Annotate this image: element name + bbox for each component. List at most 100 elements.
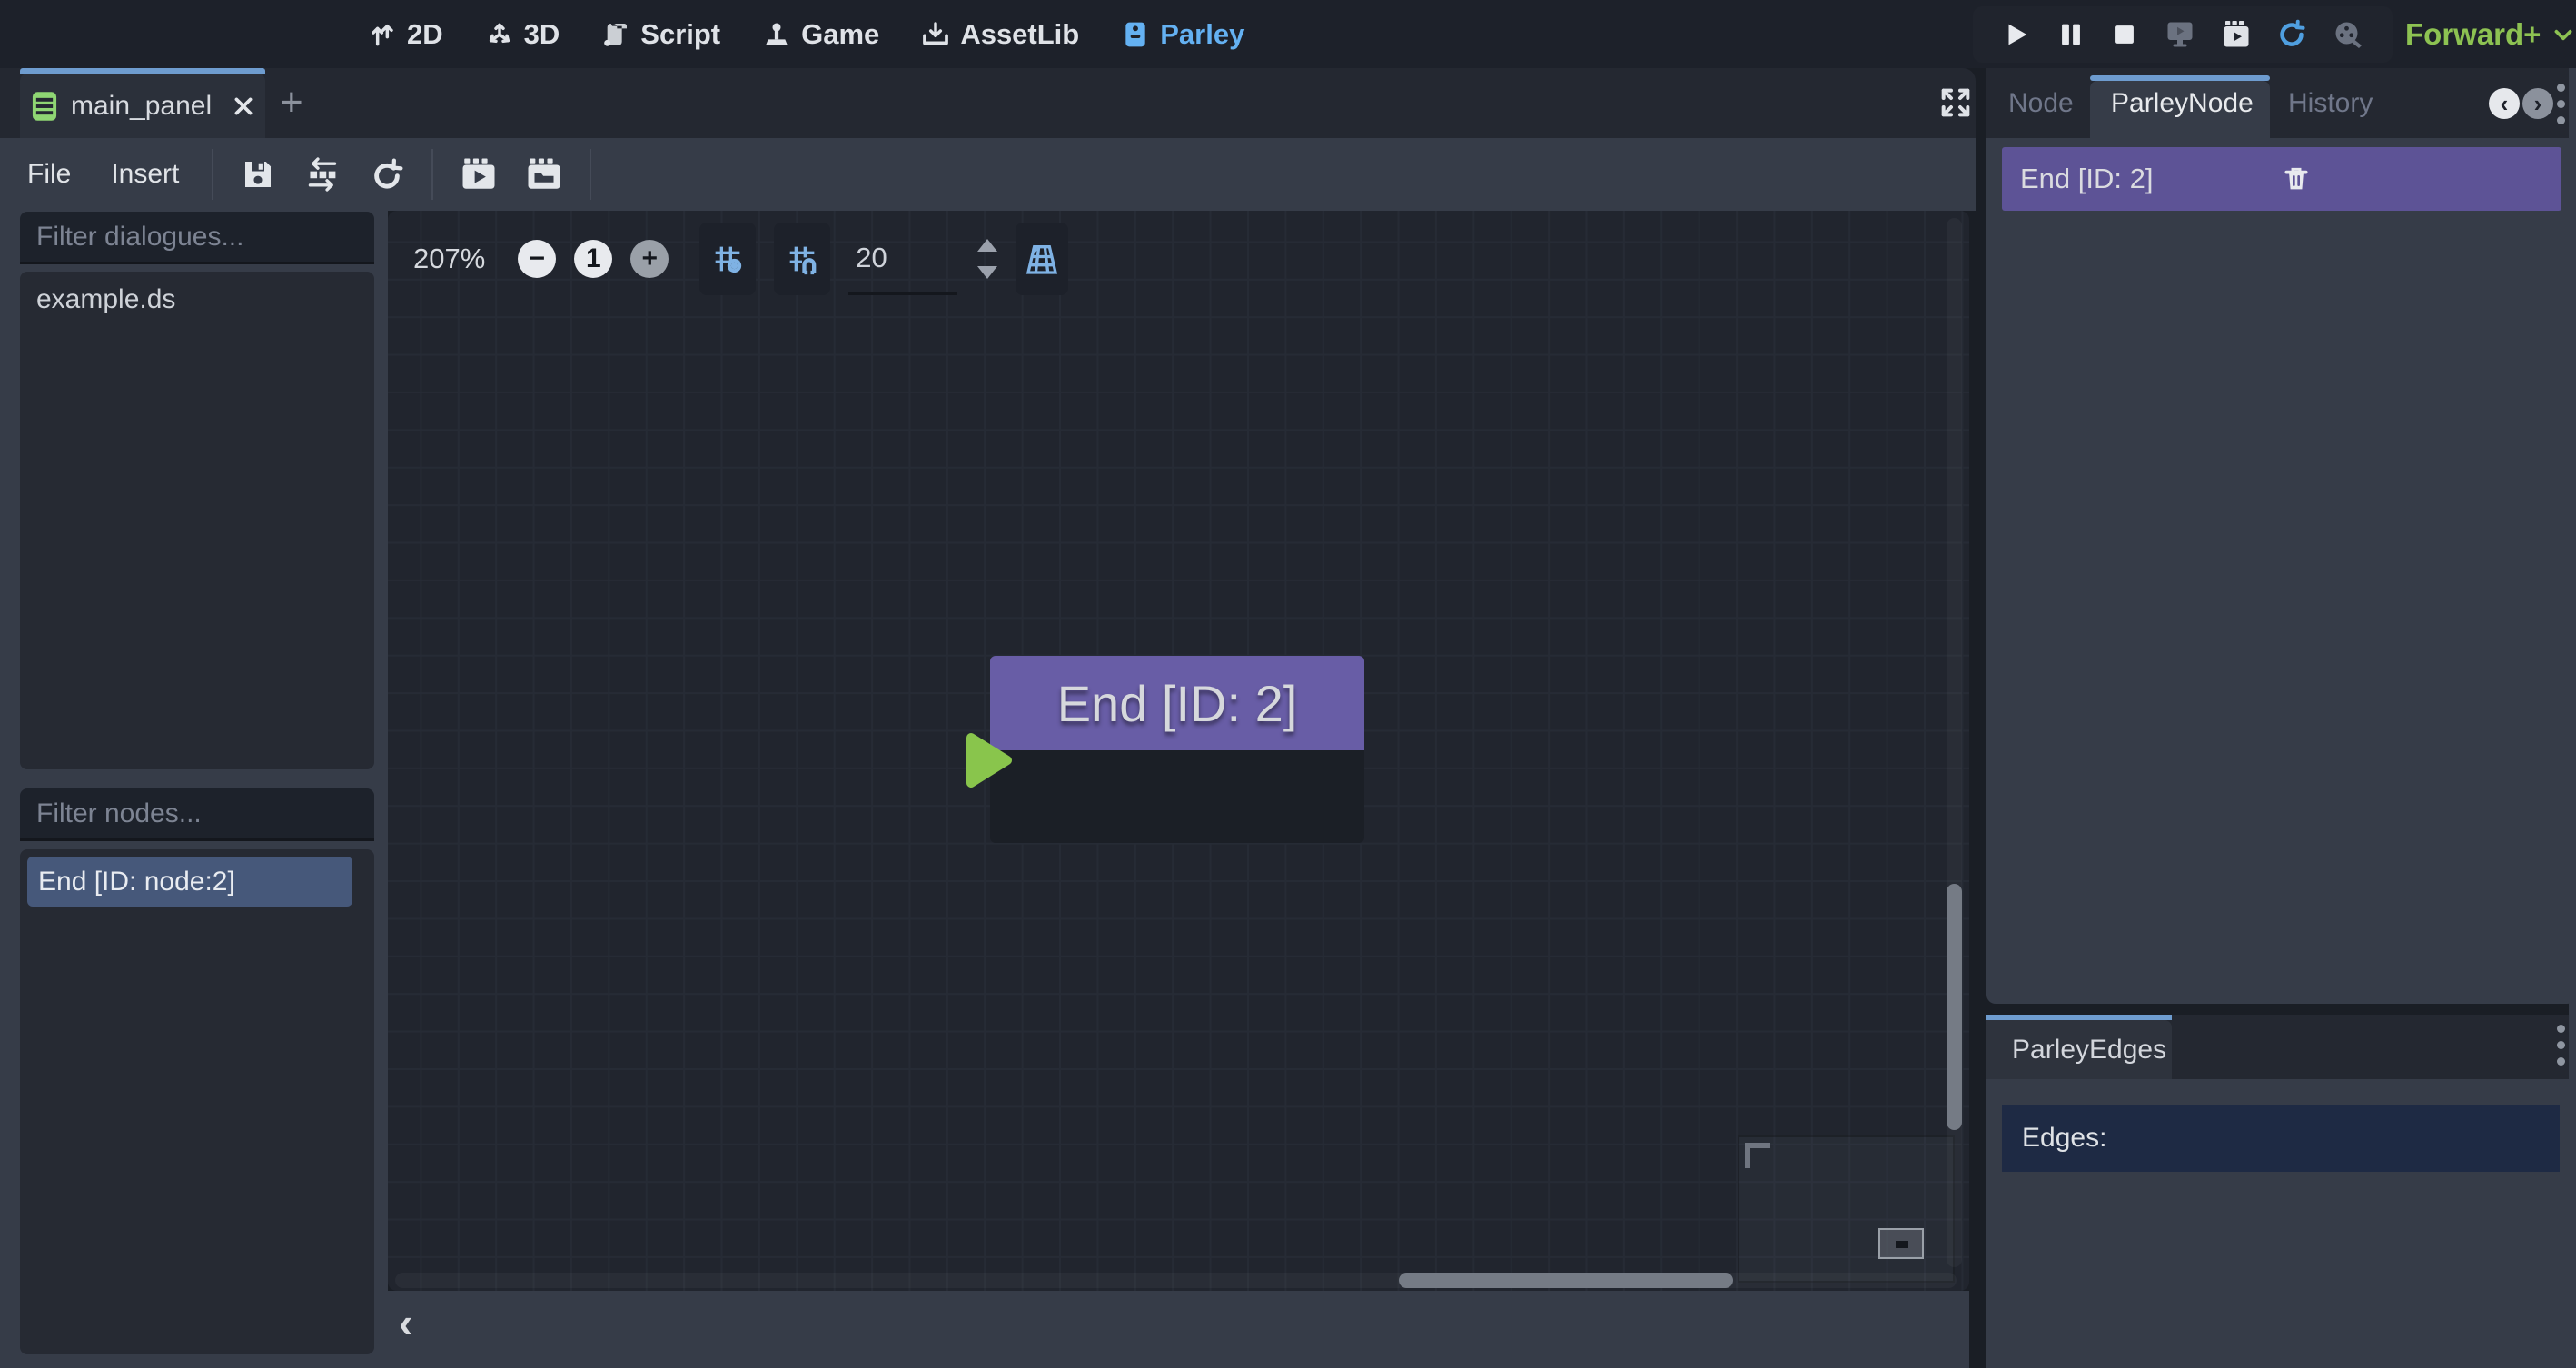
horizontal-scrollbar-thumb[interactable] (1399, 1273, 1733, 1288)
chevron-down-icon (2551, 23, 2575, 46)
graph-canvas[interactable]: 207% − 1 + End [ID: 2] (388, 211, 1969, 1291)
script-icon (601, 20, 630, 49)
spinner-up-icon[interactable] (977, 239, 997, 252)
play-scene-button[interactable] (2164, 18, 2196, 51)
minimap-icon (1024, 241, 1060, 277)
snap-distance-input[interactable] (848, 241, 957, 275)
assetlib-icon (921, 20, 950, 49)
vertical-scrollbar[interactable] (1947, 218, 1962, 1267)
test-dialogue-icon[interactable] (459, 155, 499, 193)
play-button[interactable] (2001, 19, 2032, 50)
collapse-sidebar-button[interactable]: ‹ (399, 1298, 412, 1347)
horizontal-scrollbar[interactable] (395, 1273, 1957, 1288)
filter-dialogues-box (20, 212, 374, 264)
vertical-scrollbar-thumb[interactable] (1947, 884, 1962, 1130)
tab-label: main_panel (71, 91, 212, 122)
tab-node[interactable]: Node (2008, 88, 2074, 119)
test-dialogue-from-start-icon[interactable] (524, 155, 564, 193)
dock-node-row[interactable]: End [ID: 2] (2002, 147, 2561, 211)
panel-list-icon (31, 91, 58, 122)
workspace-script-button[interactable]: Script (601, 18, 720, 51)
edges-header-row: Edges: (2002, 1105, 2560, 1172)
snap-spinner[interactable] (977, 239, 997, 279)
3d-icon (485, 20, 514, 49)
arrange-nodes-icon[interactable] (302, 155, 342, 193)
workspace-assetlib-label: AssetLib (960, 18, 1079, 51)
magnet-grid-icon (784, 241, 820, 277)
tab-history[interactable]: History (2288, 88, 2373, 119)
stop-button[interactable] (2109, 19, 2140, 50)
zoom-out-button[interactable]: − (518, 240, 556, 278)
dialogue-list-item[interactable]: example.ds (20, 272, 374, 315)
zoom-percent-label: 207% (413, 243, 485, 275)
new-tab-button[interactable]: + (280, 79, 303, 126)
spinner-down-icon[interactable] (977, 266, 997, 279)
grid-icon (709, 241, 746, 277)
toolbar-separator (431, 149, 433, 200)
workspace-parley-label: Parley (1160, 18, 1244, 51)
edges-menu-kebab-icon[interactable] (2557, 1025, 2565, 1066)
file-menu[interactable]: File (7, 159, 91, 190)
tab-main-panel[interactable]: main_panel (20, 74, 265, 138)
pause-button[interactable] (2056, 19, 2086, 50)
undo-icon[interactable] (368, 155, 406, 193)
filter-dialogues-input[interactable] (20, 222, 387, 253)
filter-nodes-box (20, 788, 374, 841)
tab-parleyedges-label: ParleyEdges (2012, 1035, 2166, 1066)
top-bar: 2D 3D Script Game AssetLib Parley (0, 0, 2576, 68)
expand-panel-icon[interactable] (1937, 84, 1974, 121)
left-sidebar: example.ds End [ID: node:2] (0, 211, 388, 1368)
game-icon (762, 20, 791, 49)
toggle-grid-button[interactable] (699, 223, 756, 295)
dialogues-list: example.ds (20, 272, 374, 769)
filter-nodes-input[interactable] (20, 798, 387, 829)
inspector-tab-bar: Node ParleyNode History ‹ › (1986, 68, 2569, 138)
workspace-assetlib-button[interactable]: AssetLib (921, 18, 1079, 51)
movie-reel-button[interactable] (2332, 18, 2364, 51)
workspace-script-label: Script (640, 18, 720, 51)
bottom-panel-bar: ‹ (388, 1291, 1969, 1368)
workspace-2d-button[interactable]: 2D (368, 18, 443, 51)
reload-button[interactable] (2275, 18, 2308, 51)
snap-distance-field[interactable] (848, 223, 957, 295)
2d-icon (368, 20, 397, 49)
workspace-game-button[interactable]: Game (762, 18, 879, 51)
minimap-camera-rect[interactable] (1878, 1228, 1924, 1259)
zoom-reset-button[interactable]: 1 (574, 240, 612, 278)
tab-scroll-left-button[interactable]: ‹ (2489, 88, 2520, 119)
tab-scroll-right-button[interactable]: › (2522, 88, 2553, 119)
graph-toolbar: 207% − 1 + (413, 222, 1068, 296)
node-list-item-selected[interactable]: End [ID: node:2] (27, 857, 352, 907)
workspace-switcher: 2D 3D Script Game AssetLib Parley (368, 0, 1244, 68)
graph-minimap[interactable] (1738, 1135, 1955, 1283)
graph-node-end-header[interactable]: End [ID: 2] (990, 656, 1364, 750)
scene-tab-bar: main_panel + (0, 68, 1976, 138)
tab-menu-kebab-icon[interactable] (2557, 84, 2565, 124)
graph-node-title: End [ID: 2] (1057, 674, 1298, 733)
parleynode-panel: End [ID: 2] (1986, 138, 2576, 1004)
tab-parleynode[interactable]: ParleyNode (2111, 88, 2254, 119)
toolbar-separator (212, 149, 213, 200)
toolbar-separator (590, 149, 591, 200)
zoom-in-button[interactable]: + (630, 240, 669, 278)
workspace-2d-label: 2D (407, 18, 443, 51)
godot-editor-window: 2D 3D Script Game AssetLib Parley (0, 0, 2576, 1368)
nodes-list: End [ID: node:2] (20, 849, 374, 1354)
dock-node-title: End [ID: 2] (2020, 163, 2282, 195)
tab-parleyedges[interactable]: ParleyEdges (1986, 1020, 2172, 1079)
workspace-3d-button[interactable]: 3D (485, 18, 560, 51)
close-tab-icon[interactable] (232, 94, 255, 118)
renderer-dropdown[interactable]: Forward+ (2405, 0, 2575, 68)
snap-grid-button[interactable] (774, 223, 830, 295)
movie-maker-button[interactable] (2220, 18, 2253, 51)
node-input-port-icon[interactable] (966, 732, 1013, 788)
playback-controls (1973, 6, 2393, 63)
graph-node-end-body[interactable] (990, 750, 1364, 843)
workspace-parley-button[interactable]: Parley (1121, 18, 1244, 51)
delete-node-icon[interactable] (2282, 164, 2543, 194)
toggle-minimap-button[interactable] (1016, 223, 1068, 295)
workspace-3d-label: 3D (524, 18, 560, 51)
minimap-corner-handle[interactable] (1745, 1143, 1770, 1168)
save-icon[interactable] (239, 155, 277, 193)
insert-menu[interactable]: Insert (91, 159, 199, 190)
